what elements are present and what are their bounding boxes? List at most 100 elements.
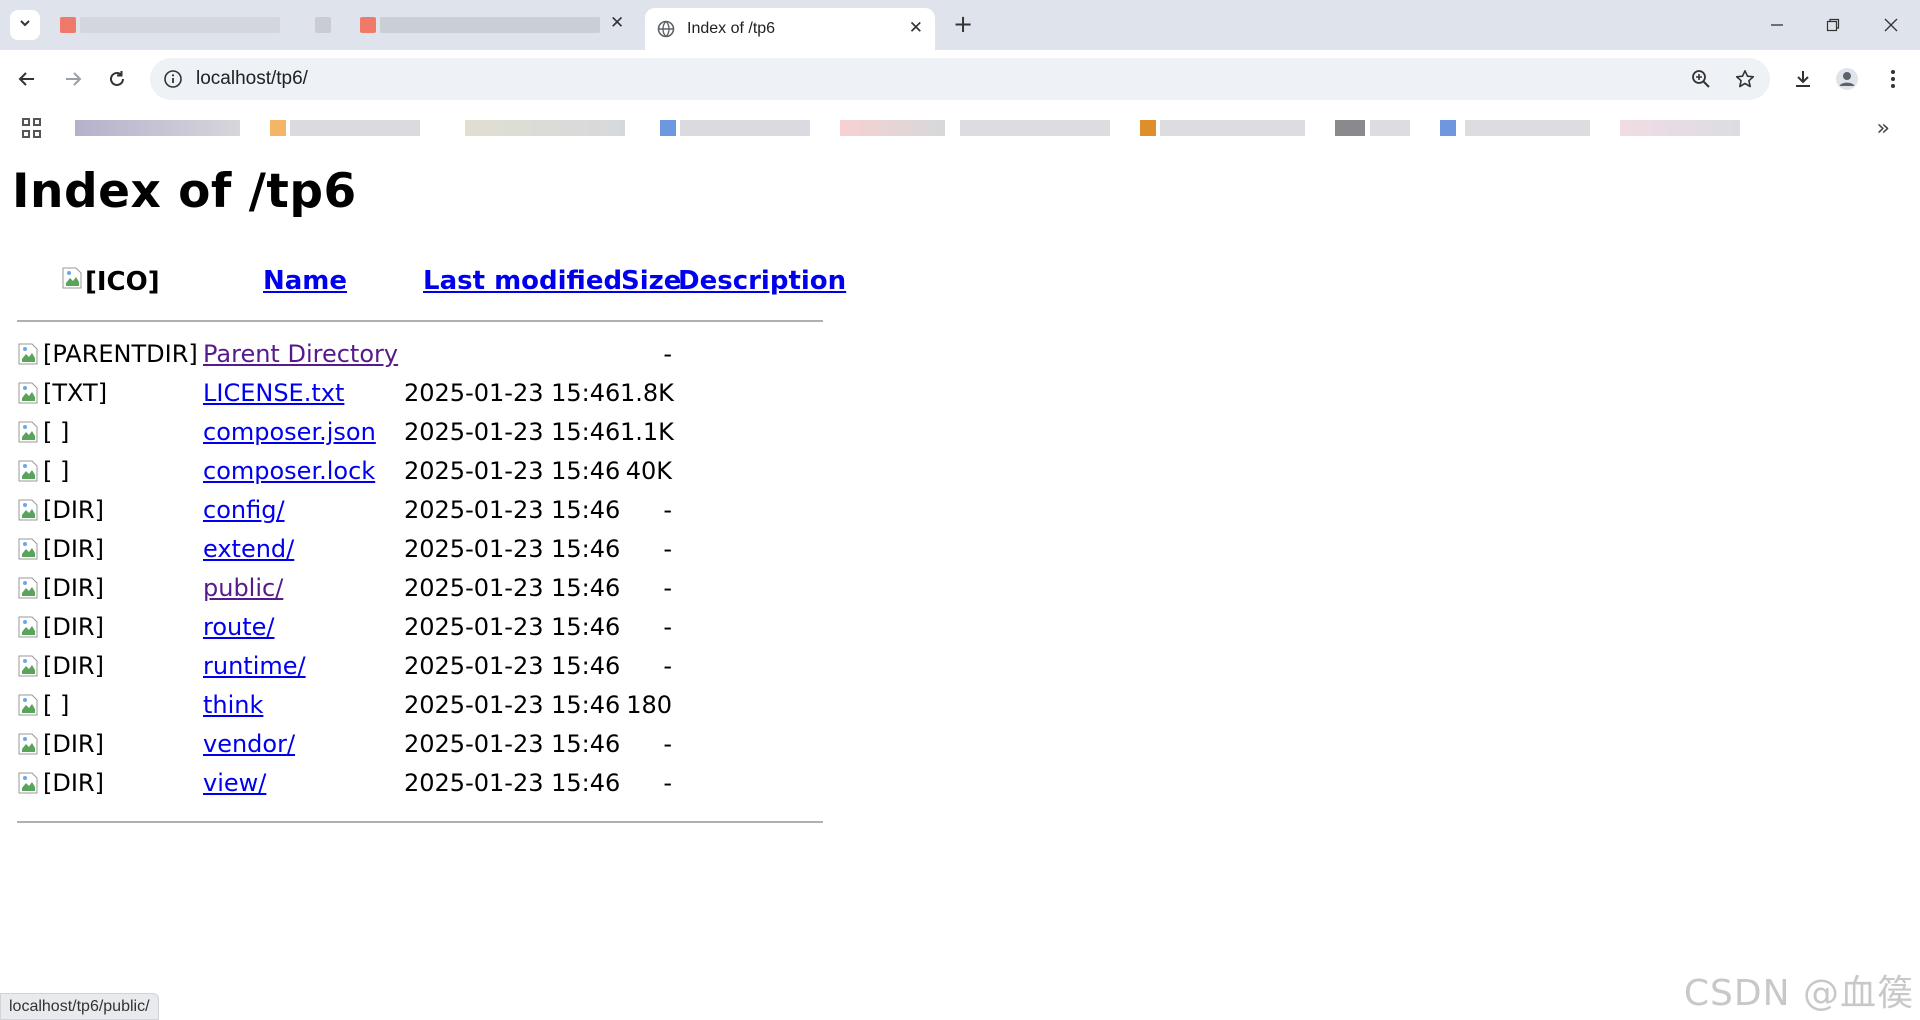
file-link[interactable]: public/ [203,574,283,602]
zoom-icon[interactable] [1690,68,1712,90]
header-name: Name [263,266,347,296]
bookmark-item[interactable] [1335,120,1365,136]
bookmark-item[interactable] [1465,120,1590,136]
bookmark-item[interactable] [960,120,1110,136]
file-link[interactable]: Parent Directory [203,340,398,368]
table-row: [ ] composer.lock 2025-01-23 15:46 40K [0,457,900,496]
broken-image-icon [61,266,85,297]
file-link[interactable]: runtime/ [203,652,306,680]
row-icon: [ ] [17,457,69,485]
chevron-double-right-icon[interactable]: » [1877,116,1890,141]
size-cell: - [663,340,672,368]
last-modified-cell: 2025-01-23 15:46 [404,418,621,446]
table-row: [DIR] vendor/2025-01-23 15:46 - [0,730,900,769]
globe-icon [657,20,675,38]
broken-image-icon [17,576,41,600]
row-icon: [DIR] [17,496,104,524]
profile-icon[interactable] [1832,64,1862,94]
apps-icon[interactable] [22,118,42,138]
forward-icon[interactable] [58,64,88,94]
broken-image-icon [17,498,41,522]
minimize-icon[interactable] [1762,10,1792,40]
size-cell: 1.1K [620,418,674,446]
file-link[interactable]: think [203,691,263,719]
last-modified-cell: 2025-01-23 15:46 [404,535,621,563]
divider-bottom [17,821,823,823]
size-cell: - [663,652,672,680]
bookmark-item[interactable] [270,120,286,136]
sort-by-name-link[interactable]: Name [263,266,347,296]
table-row: [TXT] LICENSE.txt 2025-01-23 15:46 1.8K [0,379,900,418]
broken-image-icon [17,771,41,795]
reload-icon[interactable] [102,64,132,94]
tab-title: Index of /tp6 [687,20,776,37]
broken-image-icon [17,342,41,366]
table-row: [DIR] route/2025-01-23 15:46 - [0,613,900,652]
menu-icon[interactable] [1878,64,1908,94]
icon-alt-text: [TXT] [43,379,108,407]
icon-alt-text: [DIR] [43,652,104,680]
row-icon: [DIR] [17,652,104,680]
bookmark-item[interactable] [1620,120,1740,136]
row-icon: [DIR] [17,535,104,563]
size-cell: 180 [626,691,672,719]
header-icon-alt: [ICO] [85,266,160,297]
row-icon: [DIR] [17,574,104,602]
file-link[interactable]: config/ [203,496,285,524]
page-title: Index of /tp6 [12,164,357,219]
url-text[interactable]: localhost/tp6/ [196,68,308,90]
tab-active[interactable]: Index of /tp6 ✕ [645,8,935,50]
row-icon: [ ] [17,418,69,446]
close-icon[interactable]: ✕ [909,18,923,38]
download-icon[interactable] [1788,64,1818,94]
last-modified-cell: 2025-01-23 15:46 [404,457,621,485]
bookmark-item[interactable] [290,120,420,136]
info-icon[interactable] [163,69,183,89]
table-row: [DIR] view/2025-01-23 15:46 - [0,769,900,808]
close-icon[interactable]: ✕ [610,13,624,33]
table-row: [PARENTDIR] Parent Directory - [0,340,900,379]
sort-by-description-link[interactable]: Description [678,266,846,296]
bookmark-item[interactable] [680,120,810,136]
tab-search-button[interactable] [10,10,40,40]
broken-image-icon [17,654,41,678]
status-bar: localhost/tp6/public/ [0,993,159,1020]
broken-image-icon [17,459,41,483]
broken-image-icon [17,615,41,639]
file-link[interactable]: view/ [203,769,266,797]
address-bar[interactable]: localhost/tp6/ [150,58,1770,100]
table-row: [DIR] runtime/2025-01-23 15:46 - [0,652,900,691]
bookmark-item[interactable] [465,120,625,136]
bookmark-item[interactable] [1160,120,1305,136]
inactive-tabs-blurred[interactable]: ✕ [50,8,638,42]
bookmark-item[interactable] [1440,120,1456,136]
sort-by-size-link[interactable]: Size [621,266,681,296]
icon-alt-text: [ ] [43,457,70,485]
bookmark-item[interactable] [840,120,945,136]
broken-image-icon [17,693,41,717]
bookmark-item[interactable] [1140,120,1156,136]
size-cell: - [663,574,672,602]
file-link[interactable]: LICENSE.txt [203,379,344,407]
icon-alt-text: [DIR] [43,730,104,758]
file-link[interactable]: composer.lock [203,457,375,485]
bookmarks-bar: » [0,106,1920,150]
file-link[interactable]: route/ [203,613,275,641]
close-window-icon[interactable] [1876,10,1906,40]
bookmark-item[interactable] [1370,120,1410,136]
restore-icon[interactable] [1818,10,1848,40]
file-link[interactable]: extend/ [203,535,294,563]
row-icon: [DIR] [17,769,104,797]
plus-icon[interactable]: + [950,12,976,38]
file-link[interactable]: vendor/ [203,730,295,758]
bookmark-item[interactable] [75,120,240,136]
file-link[interactable]: composer.json [203,418,376,446]
star-icon[interactable] [1734,68,1756,90]
size-cell: - [663,496,672,524]
last-modified-cell: 2025-01-23 15:46 [404,574,621,602]
sort-by-modified-link[interactable]: Last modified [423,266,622,296]
size-cell: - [663,769,672,797]
bookmark-item[interactable] [660,120,676,136]
back-icon[interactable] [12,64,42,94]
icon-alt-text: [DIR] [43,769,104,797]
